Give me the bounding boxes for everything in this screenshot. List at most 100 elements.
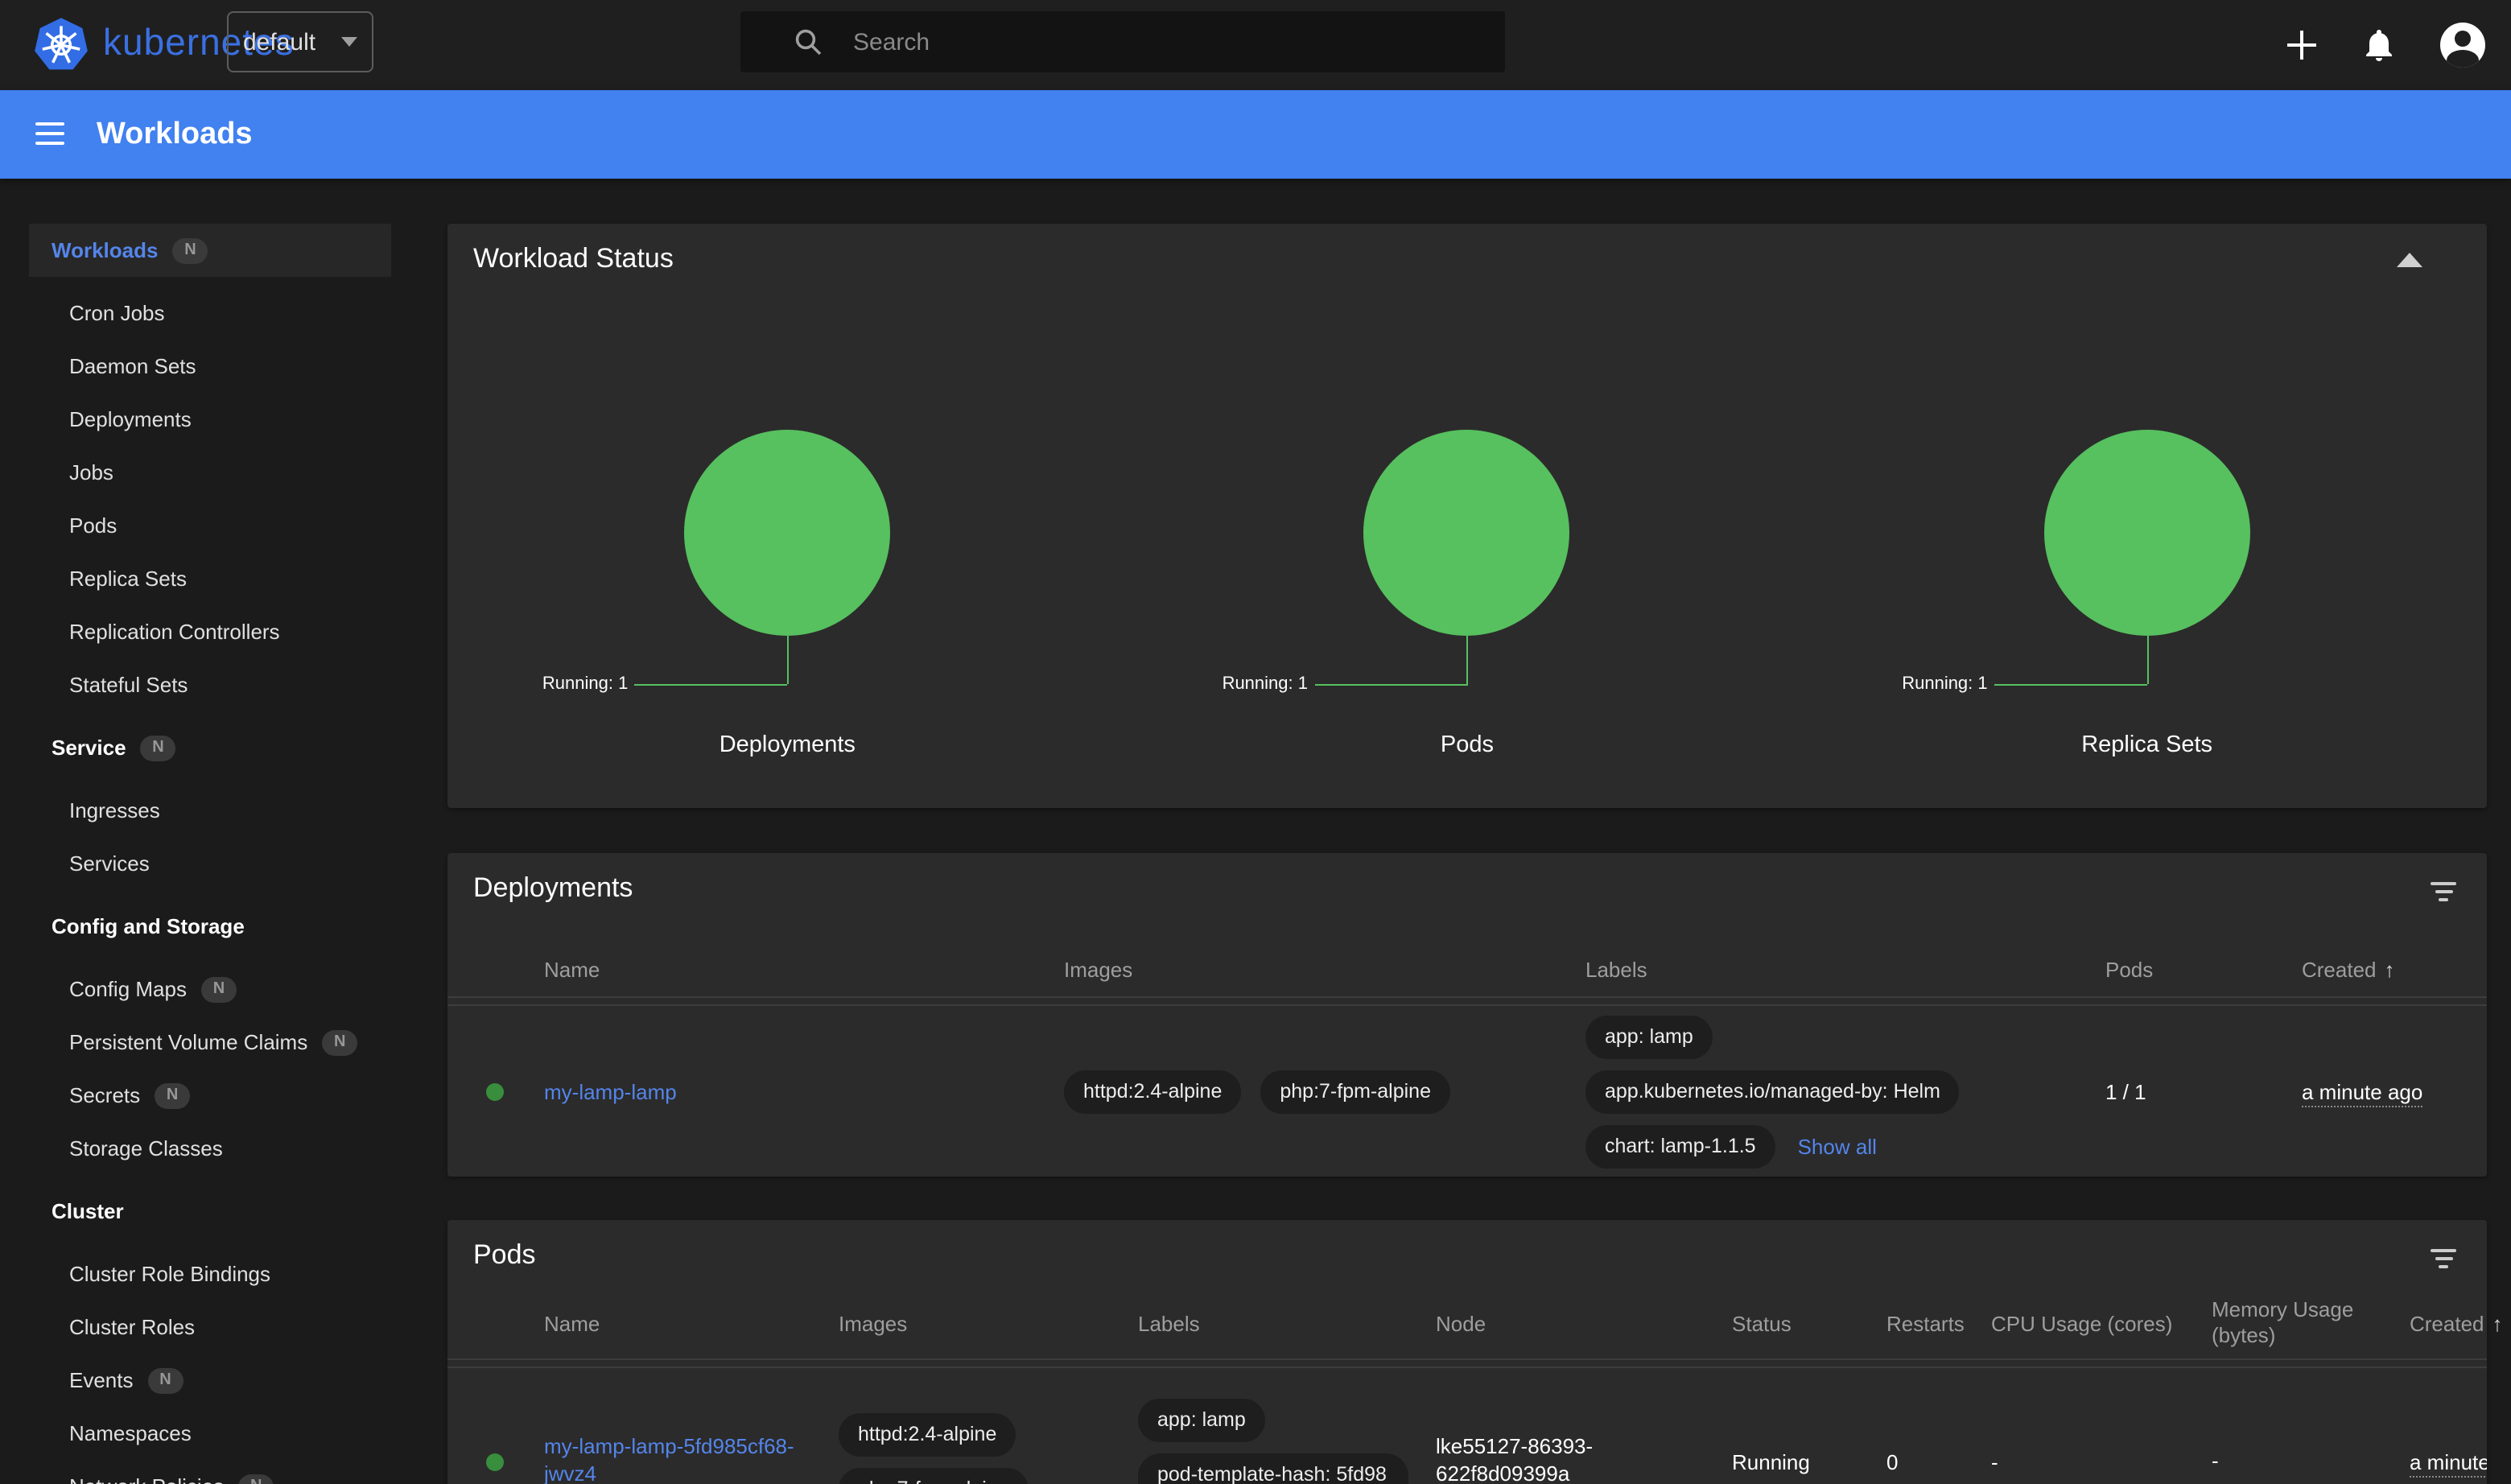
sidebar-item-label: Config and Storage: [52, 914, 245, 938]
sidebar-item-label: Replica Sets: [69, 567, 187, 591]
sidebar-item-storage-classes[interactable]: Storage Classes: [0, 1122, 418, 1175]
new-badge: N: [155, 1082, 190, 1108]
sidebar-item-pods[interactable]: Pods: [0, 499, 418, 552]
column-header-pods[interactable]: Pods: [2105, 958, 2302, 982]
sidebar-item-label: Stateful Sets: [69, 673, 188, 697]
sidebar-item-persistent-volume-claims[interactable]: Persistent Volume Claims N: [0, 1016, 418, 1069]
sidebar-item-label: Config Maps: [69, 977, 187, 1001]
sidebar-item-config-maps[interactable]: Config Maps N: [0, 963, 418, 1016]
deployment-link[interactable]: my-lamp-lamp: [544, 1079, 677, 1103]
image-chip: php:7-fpm-alpine: [1260, 1070, 1450, 1113]
caret-down-icon: [341, 37, 357, 47]
sidebar-item-stateful-sets[interactable]: Stateful Sets: [0, 658, 418, 711]
restarts-cell: 0: [1886, 1449, 1991, 1474]
sidebar-item-label: Cluster: [52, 1199, 124, 1223]
pods-table-header: Name Images Labels Node Status Restarts …: [447, 1288, 2487, 1360]
menu-hamburger-icon[interactable]: [35, 122, 64, 145]
status-ok-icon: [486, 1453, 504, 1470]
sidebar-item-events[interactable]: Events N: [0, 1354, 418, 1407]
pie-annotation: Running: 1: [1223, 674, 1308, 694]
sidebar-nav: Workloads N Cron Jobs Daemon Sets Deploy…: [0, 179, 418, 1484]
deployment-row[interactable]: my-lamp-lamp httpd:2.4-alpine php:7-fpm-…: [447, 1006, 2487, 1177]
pod-link[interactable]: my-lamp-lamp-5fd985cf68-jwvz4: [544, 1434, 798, 1484]
sidebar-section-cluster[interactable]: Cluster: [0, 1185, 418, 1238]
sidebar-item-label: Services: [69, 851, 150, 876]
sort-asc-icon[interactable]: ↑: [2385, 958, 2395, 982]
filter-icon[interactable]: [2429, 882, 2458, 901]
sidebar-item-services[interactable]: Services: [0, 837, 418, 890]
column-header-images[interactable]: Images: [839, 1311, 1138, 1335]
leader-line: [2147, 636, 2149, 684]
column-header-labels[interactable]: Labels: [1138, 1311, 1436, 1335]
add-resource-icon[interactable]: [2284, 27, 2319, 63]
sidebar-item-cluster-roles[interactable]: Cluster Roles: [0, 1301, 418, 1354]
search-input[interactable]: [850, 27, 1404, 57]
page-title: Workloads: [97, 117, 253, 153]
image-chip: httpd:2.4-alpine: [1064, 1070, 1241, 1113]
sidebar-item-cron-jobs[interactable]: Cron Jobs: [0, 286, 418, 340]
sidebar-item-label: Workloads: [52, 238, 158, 262]
pods-count-cell: 1 / 1: [2105, 1079, 2302, 1103]
sidebar-item-label: Jobs: [69, 460, 113, 484]
pie-caption: Deployments: [447, 732, 1128, 758]
namespace-value: default: [243, 28, 315, 56]
sidebar-item-label: Persistent Volume Claims: [69, 1030, 307, 1054]
sidebar-item-network-policies[interactable]: Network Policies N: [0, 1460, 418, 1484]
sidebar-item-secrets[interactable]: Secrets N: [0, 1069, 418, 1122]
sidebar-item-label: Storage Classes: [69, 1136, 223, 1160]
pie-slice-running: [684, 430, 890, 636]
memory-usage-cell: -: [2212, 1449, 2410, 1475]
label-chip: app: lamp: [1585, 1015, 1713, 1058]
sidebar-item-replica-sets[interactable]: Replica Sets: [0, 552, 418, 605]
kubernetes-logo-icon: [32, 16, 90, 74]
column-header-created[interactable]: Created↑: [2302, 958, 2479, 982]
top-bar: kubernetes default: [0, 0, 2511, 90]
pod-row[interactable]: my-lamp-lamp-5fd985cf68-jwvz4 httpd:2.4-…: [447, 1368, 2487, 1484]
images-cell: httpd:2.4-alpine php:7-fpm-alpine: [1064, 1070, 1585, 1113]
node-value: lke55127-86393-622f8d09399a: [1436, 1434, 1597, 1484]
sidebar-item-ingresses[interactable]: Ingresses: [0, 784, 418, 837]
sidebar-item-cluster-role-bindings[interactable]: Cluster Role Bindings: [0, 1247, 418, 1301]
sidebar-item-service[interactable]: Service N: [0, 721, 418, 774]
pods-title: Pods: [473, 1239, 536, 1272]
column-header-labels[interactable]: Labels: [1585, 958, 2105, 982]
deployments-card: Deployments Name Images Labels Pods Crea…: [447, 853, 2487, 1177]
column-header-images[interactable]: Images: [1064, 958, 1585, 982]
column-header-cpu-usage[interactable]: CPU Usage (cores): [1991, 1311, 2212, 1335]
search-bar[interactable]: [740, 11, 1505, 72]
column-header-node[interactable]: Node: [1436, 1311, 1732, 1335]
sidebar-item-label: Network Policies: [69, 1474, 224, 1484]
leader-line: [1994, 684, 2147, 686]
sidebar-item-label: Replication Controllers: [69, 620, 280, 644]
column-header-name[interactable]: Name: [544, 958, 1064, 982]
new-badge: N: [141, 735, 176, 761]
sidebar-section-config-and-storage[interactable]: Config and Storage: [0, 900, 418, 953]
column-header-status[interactable]: Status: [1732, 1311, 1886, 1335]
sidebar-item-label: Cluster Role Bindings: [69, 1262, 270, 1286]
column-header-name[interactable]: Name: [544, 1311, 839, 1335]
leader-line: [634, 684, 787, 686]
sort-asc-icon[interactable]: ↑: [2492, 1311, 2503, 1335]
sidebar-item-label: Cron Jobs: [69, 301, 165, 325]
sidebar-item-namespaces[interactable]: Namespaces: [0, 1407, 418, 1460]
namespace-selector[interactable]: default: [227, 11, 373, 72]
column-header-memory-usage[interactable]: Memory Usage (bytes): [2212, 1297, 2410, 1350]
show-all-link[interactable]: Show all: [1798, 1134, 1877, 1158]
cpu-usage-cell: -: [1991, 1449, 2212, 1474]
label-chip: app.kubernetes.io/managed-by: Helm: [1585, 1070, 1960, 1113]
image-chip: php:7-fpm-alpine: [839, 1467, 1029, 1484]
column-header-created[interactable]: Created↑: [2410, 1311, 2511, 1335]
filter-icon[interactable]: [2429, 1249, 2458, 1268]
new-badge: N: [172, 237, 208, 263]
sidebar-item-deployments[interactable]: Deployments: [0, 393, 418, 446]
sidebar-item-jobs[interactable]: Jobs: [0, 446, 418, 499]
sidebar-item-daemon-sets[interactable]: Daemon Sets: [0, 340, 418, 393]
new-badge: N: [322, 1029, 357, 1055]
sidebar-item-replication-controllers[interactable]: Replication Controllers: [0, 605, 418, 658]
notifications-bell-icon[interactable]: [2360, 26, 2398, 64]
column-header-restarts[interactable]: Restarts: [1886, 1311, 1991, 1335]
created-value: a minute ago: [2302, 1079, 2422, 1107]
account-icon[interactable]: [2440, 23, 2485, 68]
sidebar-item-workloads[interactable]: Workloads N: [29, 224, 391, 277]
workload-status-charts: Running: 1 Deployments Running: 1 Pods R…: [447, 224, 2487, 808]
